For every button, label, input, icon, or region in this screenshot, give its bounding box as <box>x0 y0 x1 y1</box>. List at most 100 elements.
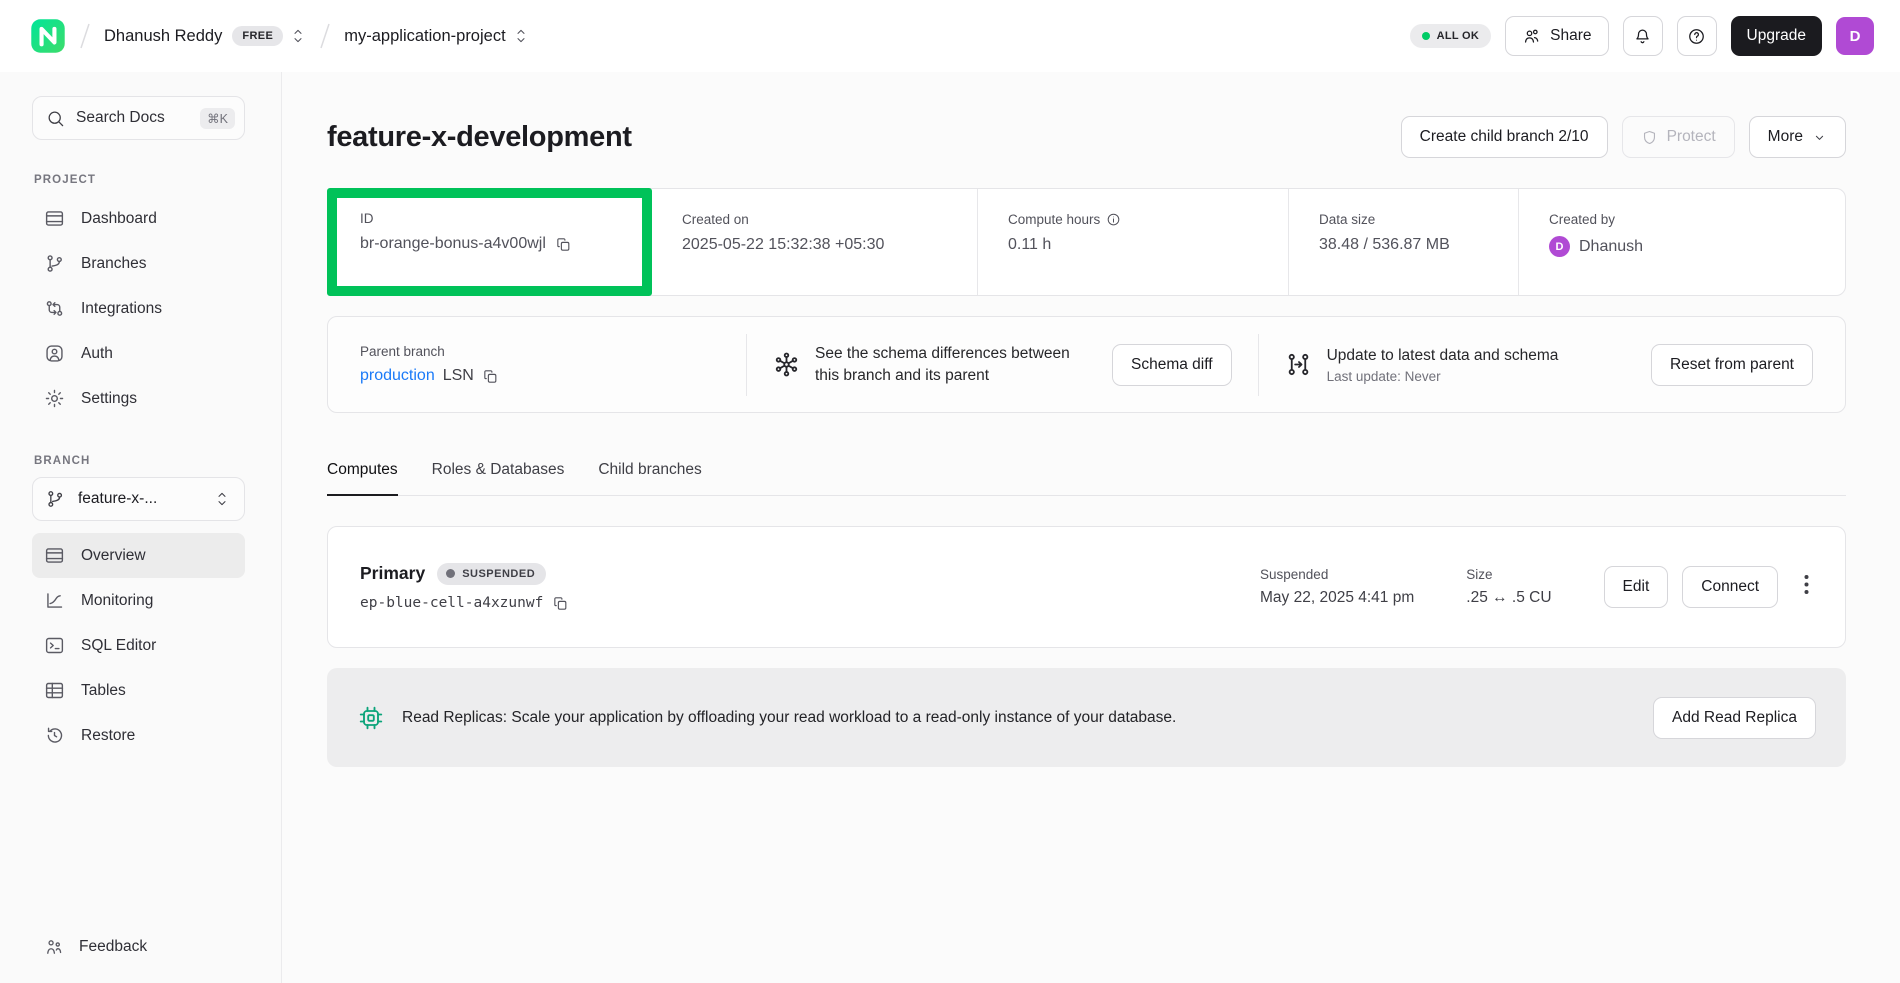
git-branch-icon <box>44 253 65 274</box>
edit-label: Edit <box>1623 578 1650 596</box>
created-by-value: Dhanush <box>1579 238 1643 256</box>
help-button[interactable] <box>1677 16 1717 56</box>
compute-menu-button[interactable] <box>1800 568 1813 606</box>
status-badge[interactable]: ALL OK <box>1410 24 1492 48</box>
dashboard-icon <box>44 208 65 229</box>
search-shortcut: ⌘K <box>200 108 235 129</box>
sidebar-item-monitoring[interactable]: Monitoring <box>32 578 245 623</box>
status-label: ALL OK <box>1437 30 1480 42</box>
help-icon <box>1687 27 1706 46</box>
sidebar-item-label: Integrations <box>81 300 162 318</box>
chevrons-up-down-icon <box>212 489 232 509</box>
parent-branch-card: Parent branch production LSN <box>327 316 1846 413</box>
created-by-cell: Created by D Dhanush <box>1518 189 1845 295</box>
people-icon <box>1522 27 1541 46</box>
protect-button[interactable]: Protect <box>1622 116 1735 158</box>
copy-endpoint-id-button[interactable] <box>552 595 569 612</box>
update-description: Update to latest data and schema <box>1327 345 1559 367</box>
sidebar-item-branches[interactable]: Branches <box>32 241 245 286</box>
sidebar-item-label: Settings <box>81 390 137 408</box>
upgrade-label: Upgrade <box>1747 27 1806 45</box>
project-switcher-chevrons-icon[interactable] <box>513 26 529 46</box>
upgrade-button[interactable]: Upgrade <box>1731 16 1822 56</box>
sidebar-item-label: Restore <box>81 727 135 745</box>
branch-id-cell-highlighted: ID br-orange-bonus-a4v00wjl <box>327 188 652 296</box>
sidebar-item-label: Overview <box>81 547 146 565</box>
sidebar-item-settings[interactable]: Settings <box>32 376 245 421</box>
bell-icon <box>1633 27 1652 46</box>
schema-diff-button[interactable]: Schema diff <box>1112 344 1232 386</box>
create-child-branch-button[interactable]: Create child branch 2/10 <box>1401 116 1608 158</box>
auth-icon <box>44 343 65 364</box>
schema-icon <box>773 351 800 378</box>
sidebar-item-tables[interactable]: Tables <box>32 668 245 713</box>
sidebar-item-restore[interactable]: Restore <box>32 713 245 758</box>
schema-diff-description: See the schema differences between this … <box>815 343 1097 386</box>
breadcrumb-org[interactable]: Dhanush Reddy <box>104 27 222 46</box>
git-branch-icon <box>45 489 65 509</box>
share-button[interactable]: Share <box>1505 16 1608 56</box>
size-label: Size <box>1466 567 1551 582</box>
search-icon <box>46 109 65 128</box>
sidebar-item-dashboard[interactable]: Dashboard <box>32 196 245 241</box>
sidebar-item-label: Auth <box>81 345 113 363</box>
created-on-cell: Created on 2025-05-22 15:32:38 +05:30 <box>652 189 977 295</box>
copy-branch-id-button[interactable] <box>555 236 572 253</box>
compute-status-badge: SUSPENDED <box>437 563 546 585</box>
connect-button[interactable]: Connect <box>1682 566 1778 608</box>
org-switcher-chevrons-icon[interactable] <box>290 26 306 46</box>
last-update-text: Last update: Never <box>1327 369 1559 384</box>
sidebar-item-integrations[interactable]: Integrations <box>32 286 245 331</box>
suspended-value: May 22, 2025 4:41 pm <box>1260 589 1414 607</box>
created-by-label: Created by <box>1549 212 1845 227</box>
sidebar-item-sql-editor[interactable]: SQL Editor <box>32 623 245 668</box>
compute-status-label: SUSPENDED <box>462 568 535 580</box>
neon-logo-icon[interactable] <box>30 18 66 54</box>
copy-icon <box>555 236 572 253</box>
reset-from-parent-button[interactable]: Reset from parent <box>1651 344 1813 386</box>
parent-branch-link[interactable]: production <box>360 367 435 385</box>
more-button[interactable]: More <box>1749 116 1846 158</box>
connect-label: Connect <box>1701 578 1759 596</box>
read-replicas-banner: Read Replicas: Scale your application by… <box>327 668 1846 767</box>
breadcrumb-project[interactable]: my-application-project <box>344 27 505 46</box>
copy-icon <box>552 595 569 612</box>
copy-icon <box>482 368 499 385</box>
sidebar-item-label: Tables <box>81 682 126 700</box>
add-read-replica-button[interactable]: Add Read Replica <box>1653 697 1816 739</box>
user-avatar[interactable]: D <box>1836 17 1874 55</box>
data-size-label: Data size <box>1319 212 1518 227</box>
compute-hours-cell: Compute hours 0.11 h <box>977 189 1288 295</box>
tab-computes[interactable]: Computes <box>327 461 398 496</box>
integrations-icon <box>44 298 65 319</box>
info-icon[interactable] <box>1106 212 1121 227</box>
breadcrumb-slash-icon <box>316 19 334 53</box>
shield-icon <box>1641 129 1658 146</box>
feedback-button[interactable]: Feedback <box>32 937 245 957</box>
sidebar-item-overview[interactable]: Overview <box>32 533 245 578</box>
sidebar: Search Docs ⌘K PROJECT Dashboard Branche… <box>0 72 282 983</box>
id-label: ID <box>360 211 642 226</box>
tab-child-branches[interactable]: Child branches <box>598 461 701 496</box>
sidebar-item-auth[interactable]: Auth <box>32 331 245 376</box>
created-on-label: Created on <box>682 212 977 227</box>
data-size-cell: Data size 38.48 / 536.87 MB <box>1288 189 1518 295</box>
branch-selector[interactable]: feature-x-... <box>32 477 245 521</box>
gear-icon <box>44 388 65 409</box>
data-size-value: 38.48 / 536.87 MB <box>1319 236 1518 254</box>
search-placeholder: Search Docs <box>76 109 165 127</box>
add-read-replica-label: Add Read Replica <box>1672 709 1797 727</box>
search-input[interactable]: Search Docs ⌘K <box>32 96 245 140</box>
notifications-button[interactable] <box>1623 16 1663 56</box>
restore-icon <box>44 725 65 746</box>
share-label: Share <box>1550 27 1591 45</box>
created-by-avatar: D <box>1549 236 1570 257</box>
edit-button[interactable]: Edit <box>1604 566 1669 608</box>
top-header: Dhanush Reddy FREE my-application-projec… <box>0 0 1900 72</box>
copy-lsn-button[interactable] <box>482 368 499 385</box>
tab-roles-databases[interactable]: Roles & Databases <box>432 461 565 496</box>
compute-name: Primary <box>360 563 425 584</box>
tab-bar: Computes Roles & Databases Child branche… <box>327 461 1846 496</box>
read-replicas-message: Read Replicas: Scale your application by… <box>402 709 1176 727</box>
overview-icon <box>44 545 65 566</box>
